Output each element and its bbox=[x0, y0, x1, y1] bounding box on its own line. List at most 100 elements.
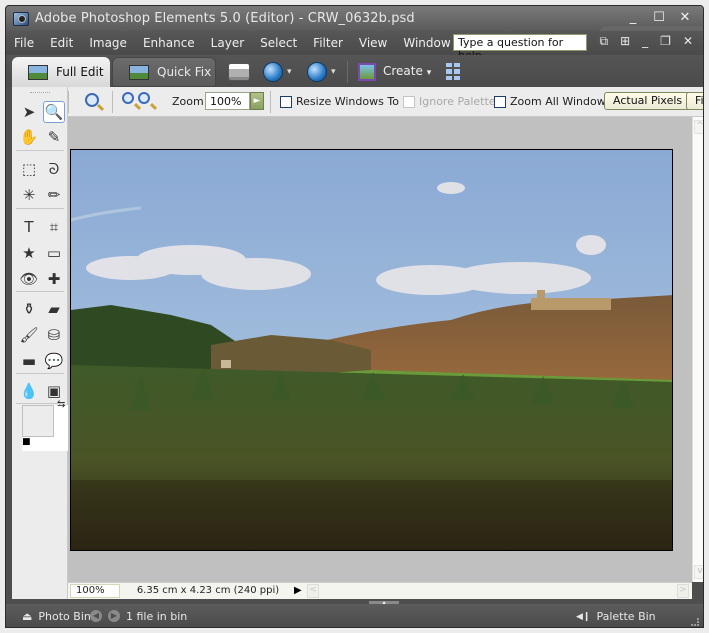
window-title: Adobe Photoshop Elements 5.0 (Editor) - … bbox=[35, 11, 415, 26]
zoom-out-icon[interactable] bbox=[138, 92, 150, 104]
zoom-slider-arrow-button[interactable]: ► bbox=[250, 92, 264, 110]
toolbox-divider bbox=[16, 208, 64, 209]
clone-stamp-tool[interactable]: ⚱ bbox=[18, 298, 40, 320]
menu-layer[interactable]: Layer bbox=[211, 36, 244, 50]
toolbar-divider bbox=[347, 61, 348, 83]
scroll-left-button[interactable]: < bbox=[307, 584, 319, 598]
tab-quick-fix[interactable]: Quick Fix bbox=[112, 57, 216, 87]
tab-quick-fix-label: Quick Fix bbox=[157, 65, 212, 79]
arrange-windows-icon[interactable] bbox=[446, 63, 460, 80]
zoom-percent-readout[interactable]: 100% bbox=[70, 584, 120, 598]
healing-brush-tool[interactable]: ✚ bbox=[43, 268, 65, 290]
maximize-button[interactable]: ☐ bbox=[653, 10, 665, 25]
menu-file[interactable]: File bbox=[14, 36, 34, 50]
menu-image[interactable]: Image bbox=[89, 36, 127, 50]
sponge-tool[interactable]: ▣ bbox=[43, 380, 65, 402]
printer-icon[interactable] bbox=[228, 63, 250, 81]
photoshop-elements-app-icon bbox=[13, 11, 29, 26]
brush-tool[interactable]: 🖌 bbox=[18, 324, 40, 346]
shape-tool[interactable]: ▬ bbox=[18, 350, 40, 372]
ignore-palettes-checkbox: Ignore Palettes bbox=[403, 95, 501, 108]
document-close-button[interactable]: ✕ bbox=[683, 34, 693, 49]
app-window: Adobe Photoshop Elements 5.0 (Editor) - … bbox=[5, 5, 704, 628]
type-tool[interactable]: T bbox=[18, 216, 40, 238]
minimize-button[interactable]: _ bbox=[627, 10, 639, 25]
checkbox-box[interactable] bbox=[494, 95, 506, 108]
zoom-in-icon[interactable] bbox=[122, 92, 134, 104]
resize-windows-to-fit-checkbox[interactable]: Resize Windows To Fit bbox=[280, 95, 415, 108]
toolbox-grip[interactable] bbox=[30, 92, 50, 94]
zoom-label: Zoom: bbox=[172, 95, 208, 108]
menu-enhance[interactable]: Enhance bbox=[143, 36, 195, 50]
quick-fix-icon bbox=[129, 64, 149, 80]
tile-windows-icon[interactable]: ⊞ bbox=[620, 34, 630, 49]
online-services-globe-icon[interactable] bbox=[263, 62, 283, 82]
resize-grip[interactable] bbox=[691, 618, 699, 626]
selection-brush-tool[interactable]: ✏ bbox=[43, 184, 65, 206]
menu-filter[interactable]: Filter bbox=[313, 36, 343, 50]
default-colors-icon[interactable]: ■ bbox=[22, 437, 31, 447]
paint-bucket-tool[interactable]: ⛁ bbox=[43, 324, 65, 346]
eject-icon: ⏏ bbox=[22, 610, 33, 623]
zoom-percent-input[interactable]: 100% bbox=[205, 92, 250, 110]
scroll-up-button[interactable]: ^ bbox=[694, 120, 703, 134]
landscape-photo bbox=[71, 150, 672, 550]
palette-bin-toggle[interactable]: ◀❙ Palette Bin bbox=[576, 610, 656, 623]
hand-tool[interactable]: ✋ bbox=[18, 126, 40, 148]
create-button[interactable]: Create ▾ bbox=[383, 64, 431, 78]
magic-wand-tool[interactable]: ✳ bbox=[18, 184, 40, 206]
toolbox-divider bbox=[16, 373, 64, 374]
document-image[interactable] bbox=[70, 149, 673, 551]
share-email-icon[interactable] bbox=[307, 62, 327, 82]
vertical-scrollbar[interactable]: ^ v bbox=[692, 117, 703, 582]
toolbox: ⇆ ■ ➤ 🔍 ✋ ✎ ⬚ ᘐ ✳ ✏ T ⌗ ★ ▭ 👁 ✚ ⚱ ▰ 🖌 ⛁ ▬ 💬 💧 ▣ bbox=[12, 87, 68, 599]
tab-full-edit[interactable]: Full Edit bbox=[12, 57, 110, 87]
crop-tool[interactable]: ⌗ bbox=[43, 216, 65, 238]
full-edit-icon bbox=[28, 64, 48, 80]
status-menu-arrow[interactable]: ▶ bbox=[294, 585, 302, 596]
options-divider bbox=[68, 91, 69, 113]
zoom-all-windows-checkbox[interactable]: Zoom All Windows bbox=[494, 95, 611, 108]
toolbox-divider bbox=[16, 291, 64, 292]
checkbox-box[interactable] bbox=[280, 95, 292, 108]
document-minimize-button[interactable]: _ bbox=[642, 34, 648, 49]
previous-photo-button[interactable]: ◀ bbox=[90, 610, 102, 622]
cookie-cutter-tool[interactable]: ★ bbox=[18, 242, 40, 264]
scroll-down-button[interactable]: v bbox=[694, 565, 703, 579]
menu-view[interactable]: View bbox=[359, 36, 387, 50]
blur-tool[interactable]: 💧 bbox=[18, 380, 40, 402]
foreground-color-swatch[interactable] bbox=[22, 405, 54, 437]
menu-bar: File Edit Image Enhance Layer Select Fil… bbox=[6, 31, 703, 62]
custom-shape-tool[interactable]: 💬 bbox=[43, 350, 65, 372]
lasso-tool[interactable]: ᘐ bbox=[43, 158, 65, 180]
cascade-windows-icon[interactable]: ⧉ bbox=[600, 34, 609, 49]
photo-bin-toggle[interactable]: ⏏ Photo Bin bbox=[22, 610, 91, 623]
create-icon[interactable] bbox=[358, 63, 376, 81]
next-photo-button[interactable]: ▶ bbox=[108, 610, 120, 622]
menu-select[interactable]: Select bbox=[260, 36, 297, 50]
move-tool[interactable]: ➤ bbox=[18, 101, 40, 123]
share-dropdown-icon[interactable]: ▾ bbox=[331, 67, 336, 77]
menu-edit[interactable]: Edit bbox=[50, 36, 73, 50]
file-count: 1 file in bin bbox=[126, 610, 188, 623]
marquee-tool[interactable]: ⬚ bbox=[18, 158, 40, 180]
document-status-bar: 100% 6.35 cm x 4.23 cm (240 ppi) ▶ < bbox=[68, 582, 692, 599]
straighten-tool[interactable]: ▭ bbox=[43, 242, 65, 264]
red-eye-tool[interactable]: 👁 bbox=[18, 268, 40, 290]
online-services-dropdown-icon[interactable]: ▾ bbox=[287, 67, 292, 77]
toolbox-divider bbox=[16, 403, 64, 404]
fit-screen-button[interactable]: Fit Screen bbox=[686, 92, 703, 110]
eraser-tool[interactable]: ▰ bbox=[43, 298, 65, 320]
document-restore-button[interactable]: ❐ bbox=[660, 34, 671, 49]
eyedropper-tool[interactable]: ✎ bbox=[43, 126, 65, 148]
zoom-tool-preset-icon[interactable] bbox=[85, 93, 99, 107]
options-divider bbox=[270, 91, 271, 113]
toolbox-divider bbox=[16, 150, 64, 151]
zoom-tool[interactable]: 🔍 bbox=[43, 101, 65, 123]
close-button[interactable]: ✕ bbox=[679, 10, 691, 25]
help-search-input[interactable]: Type a question for help bbox=[453, 34, 587, 62]
document-size-readout: 6.35 cm x 4.23 cm (240 ppi) bbox=[136, 585, 280, 596]
scroll-right-button[interactable]: > bbox=[677, 584, 689, 598]
menu-window[interactable]: Window bbox=[403, 36, 450, 50]
actual-pixels-button[interactable]: Actual Pixels bbox=[604, 92, 692, 110]
